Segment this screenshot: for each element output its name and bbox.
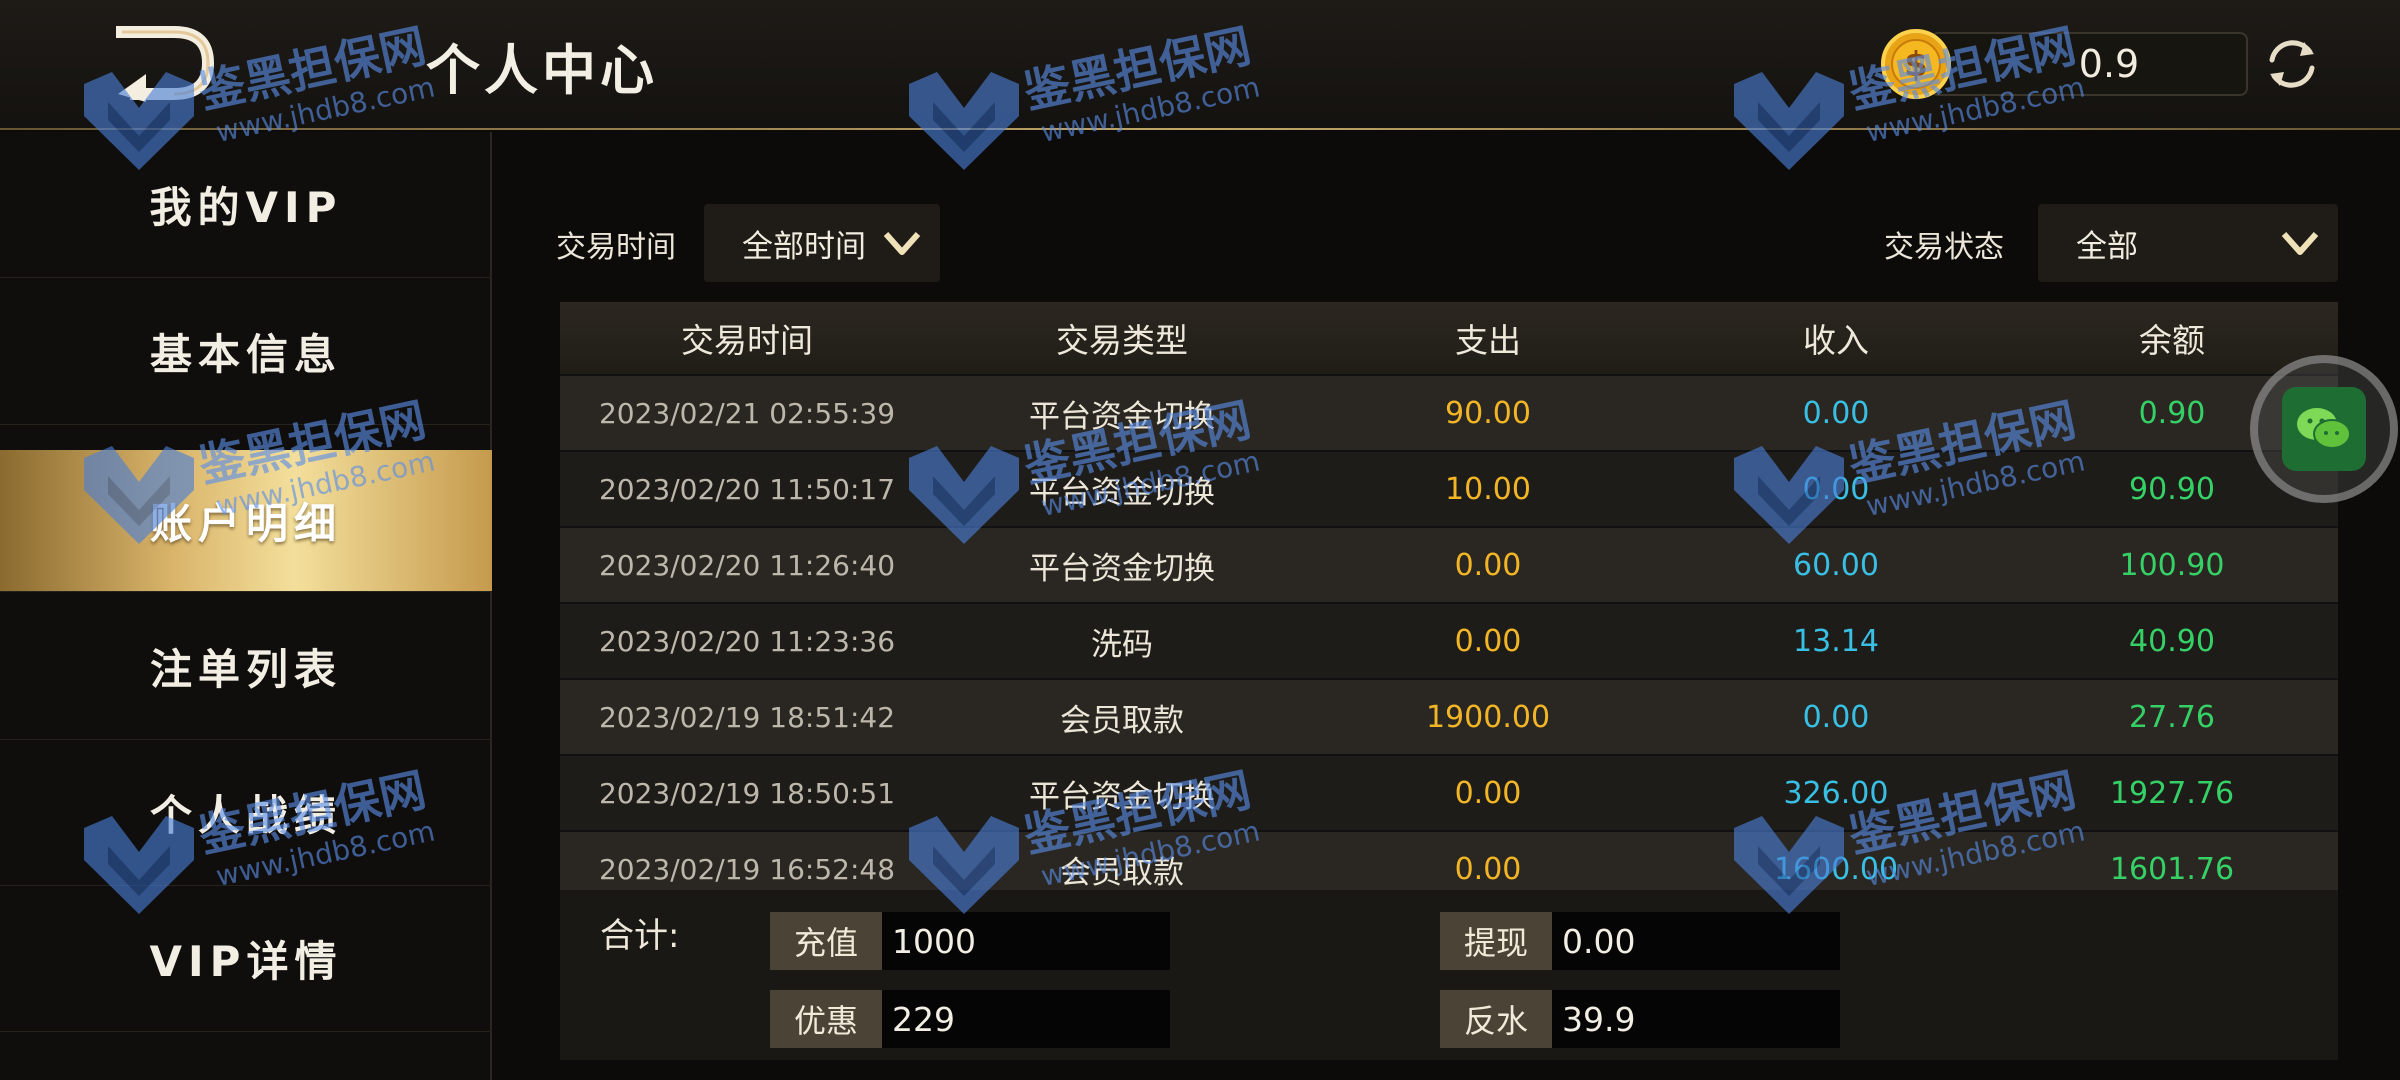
bonus-tag: 优惠: [770, 990, 882, 1048]
refresh-icon[interactable]: [2258, 30, 2326, 98]
table-row: 2023/02/20 11:23:36 洗码 0.00 13.14 40.90: [560, 602, 2338, 678]
cell-type: 平台资金切换: [1029, 398, 1215, 435]
cell-expense: 1900.00: [1425, 699, 1551, 735]
sidebar-item-label: 我的VIP: [149, 183, 343, 232]
transaction-table[interactable]: 交易时间 交易类型 支出 收入 余额 2023/02/21 02:55:39 平…: [560, 302, 2338, 890]
sidebar-item-bet-list[interactable]: 注单列表: [0, 594, 492, 740]
withdraw-value: 0.00: [1552, 912, 1840, 970]
table-row: 2023/02/20 11:50:17 平台资金切换 10.00 0.00 90…: [560, 450, 2338, 526]
sidebar-item-label: 注单列表: [149, 645, 342, 694]
sidebar-item-label: 个人战绩: [149, 791, 342, 840]
cell-type: 平台资金切换: [1029, 778, 1215, 815]
table-row: 2023/02/19 18:51:42 会员取款 1900.00 0.00 27…: [560, 678, 2338, 754]
cell-balance: 40.90: [2129, 623, 2215, 659]
withdraw-total: 提现 0.00: [1440, 912, 1840, 970]
cell-income: 0.00: [1802, 471, 1870, 507]
cell-time: 2023/02/19 18:51:42: [598, 700, 896, 734]
rebate-value: 39.9: [1552, 990, 1840, 1048]
chevron-down-icon: [883, 232, 921, 255]
cell-type: 会员取款: [1060, 702, 1184, 739]
back-arrow-icon: [116, 26, 215, 102]
top-bar: 个人中心 0.9 $: [0, 0, 2400, 130]
cell-time: 2023/02/21 02:55:39: [598, 396, 896, 430]
balance-display: 0.9: [1930, 32, 2248, 96]
cell-balance: 1601.76: [2109, 851, 2235, 887]
wechat-float-button[interactable]: [2250, 355, 2398, 503]
gold-coin-icon: $: [1881, 29, 1951, 99]
sidebar-item-basic-info[interactable]: 基本信息: [0, 279, 492, 425]
cell-time: 2023/02/20 11:26:40: [598, 548, 896, 582]
bonus-total: 优惠 229: [770, 990, 1170, 1048]
table-row: 2023/02/21 02:55:39 平台资金切换 90.00 0.00 0.…: [560, 374, 2338, 450]
cell-time: 2023/02/20 11:50:17: [598, 472, 896, 506]
summary-label: 合计:: [600, 916, 680, 956]
table-row: 2023/02/20 11:26:40 平台资金切换 0.00 60.00 10…: [560, 526, 2338, 602]
wechat-icon: [2297, 408, 2351, 449]
column-header: 交易类型: [1056, 321, 1188, 360]
time-filter-value: 全部时间: [742, 228, 866, 265]
sidebar-item-label: VIP详情: [149, 937, 343, 986]
cell-type: 平台资金切换: [1029, 550, 1215, 587]
sidebar-item-my-vip[interactable]: 我的VIP: [0, 132, 492, 278]
cell-expense: 10.00: [1445, 471, 1531, 507]
sidebar-item-label: 账户明细: [149, 499, 342, 548]
table-row: 2023/02/19 18:50:51 平台资金切换 0.00 326.00 1…: [560, 754, 2338, 830]
chevron-down-icon: [2281, 232, 2319, 255]
cell-expense: 0.00: [1454, 775, 1522, 811]
cell-balance: 100.90: [2119, 547, 2225, 583]
status-filter-label: 交易状态: [1884, 230, 2004, 265]
cell-type: 平台资金切换: [1029, 474, 1215, 511]
cell-income: 13.14: [1793, 623, 1879, 659]
cell-balance: 27.76: [2129, 699, 2215, 735]
table-header: 交易时间 交易类型 支出 收入 余额: [560, 302, 2338, 374]
bonus-value: 229: [882, 990, 1170, 1048]
back-button[interactable]: [112, 24, 222, 102]
cell-expense: 0.00: [1454, 547, 1522, 583]
sidebar-item-account-details[interactable]: 账户明细: [0, 450, 492, 592]
column-header: 收入: [1803, 321, 1869, 360]
recharge-total: 充值 1000: [770, 912, 1170, 970]
cell-expense: 0.00: [1454, 851, 1522, 887]
cell-income: 326.00: [1783, 775, 1889, 811]
table-row: 2023/02/19 16:52:48 会员取款 0.00 1600.00 16…: [560, 830, 2338, 890]
cell-type: 洗码: [1091, 626, 1153, 663]
status-filter-select[interactable]: 全部: [2038, 204, 2338, 282]
rebate-tag: 反水: [1440, 990, 1552, 1048]
column-header: 余额: [2139, 321, 2205, 360]
withdraw-tag: 提现: [1440, 912, 1552, 970]
wechat-badge: [2282, 387, 2366, 471]
cell-type: 会员取款: [1060, 854, 1184, 891]
status-filter-value: 全部: [2076, 228, 2138, 265]
cell-income: 60.00: [1793, 547, 1879, 583]
svg-text:$: $: [1904, 45, 1928, 85]
column-header: 交易时间: [681, 321, 813, 360]
page-title: 个人中心: [426, 39, 658, 102]
sidebar-item-label: 基本信息: [149, 330, 342, 379]
time-filter-select[interactable]: 全部时间: [704, 204, 940, 282]
recharge-value: 1000: [882, 912, 1170, 970]
sidebar: 我的VIP 基本信息 账户明细 注单列表 个人战绩 VIP详情: [0, 132, 492, 1080]
column-header: 支出: [1455, 321, 1521, 360]
cell-income: 0.00: [1802, 395, 1870, 431]
rebate-total: 反水 39.9: [1440, 990, 1840, 1048]
cell-expense: 90.00: [1445, 395, 1531, 431]
time-filter-label: 交易时间: [556, 230, 676, 265]
cell-income: 0.00: [1802, 699, 1870, 735]
cell-income: 1600.00: [1773, 851, 1899, 887]
cell-time: 2023/02/20 11:23:36: [598, 624, 896, 658]
cell-balance: 1927.76: [2109, 775, 2235, 811]
cell-expense: 0.00: [1454, 623, 1522, 659]
cell-time: 2023/02/19 18:50:51: [598, 776, 896, 810]
summary-panel: 合计: 充值 1000 提现 0.00 优惠 229 反水 39.9: [560, 890, 2338, 1060]
sidebar-item-personal-record[interactable]: 个人战绩: [0, 740, 492, 886]
sidebar-item-vip-details[interactable]: VIP详情: [0, 886, 492, 1032]
recharge-tag: 充值: [770, 912, 882, 970]
cell-time: 2023/02/19 16:52:48: [598, 852, 896, 886]
